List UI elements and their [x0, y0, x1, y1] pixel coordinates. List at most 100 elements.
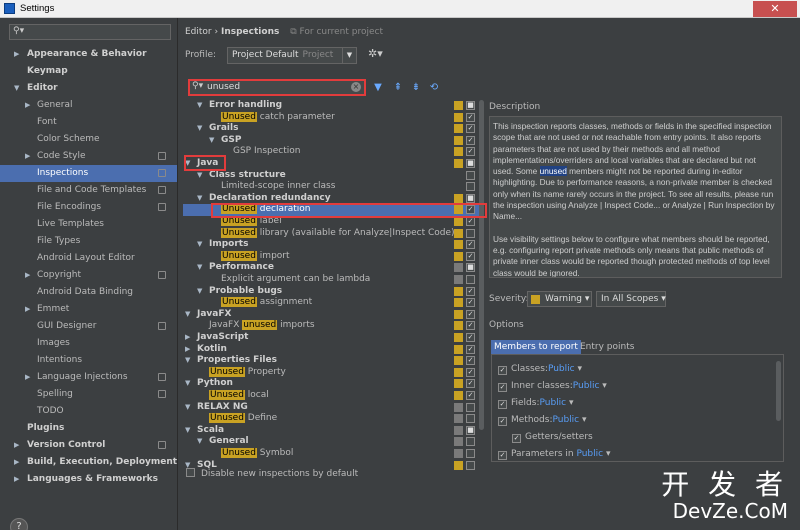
inspection-row[interactable]: ▶ Kotlin ✓	[183, 344, 483, 356]
sidebar-item[interactable]: ▶ Emmet	[0, 301, 177, 318]
inspection-checkbox[interactable]: ✓	[466, 124, 475, 134]
scope-select[interactable]: In All Scopes ▾	[596, 291, 666, 307]
inspection-checkbox[interactable]	[466, 414, 475, 424]
inspection-checkbox[interactable]: ✓	[466, 112, 475, 122]
expanded-arrow-icon[interactable]: ▼	[197, 262, 202, 274]
option-checkbox[interactable]: ✓ Parameters in Public ▾	[498, 448, 610, 462]
visibility-link[interactable]: Public	[576, 449, 603, 459]
inspection-row[interactable]: Unused library (available for Analyze|In…	[183, 227, 483, 240]
sidebar-item[interactable]: ▶ Code Style	[0, 148, 177, 165]
inspection-row[interactable]: ▼ Class structure	[183, 170, 483, 182]
collapsed-arrow-icon[interactable]: ▶	[185, 344, 190, 356]
expanded-arrow-icon[interactable]: ▼	[197, 123, 202, 135]
expanded-arrow-icon[interactable]: ▼	[185, 309, 190, 321]
inspection-checkbox[interactable]: ✓	[466, 147, 475, 157]
sidebar-item[interactable]: ▶ Appearance & Behavior	[0, 46, 177, 63]
expanded-arrow-icon[interactable]: ▼	[185, 402, 190, 414]
inspection-checkbox[interactable]: ✓	[466, 321, 475, 331]
expanded-arrow-icon[interactable]: ▼	[14, 80, 19, 97]
inspection-row[interactable]: ▼ RELAX NG	[183, 402, 483, 414]
disable-new-inspections-checkbox[interactable]: Disable new inspections by default	[186, 468, 358, 479]
sidebar-item[interactable]: Intentions	[0, 352, 177, 369]
severity-select[interactable]: Warning ▾	[527, 291, 592, 307]
sidebar-item[interactable]: ▶ Language Injections	[0, 369, 177, 386]
inspection-row[interactable]: Unused assignment ✓	[183, 297, 483, 309]
inspection-checkbox[interactable]	[466, 402, 475, 412]
inspection-row[interactable]: ▼ Grails ✓	[183, 123, 483, 135]
inspection-row[interactable]: ▼ Python ✓	[183, 378, 483, 390]
sidebar-item[interactable]: File and Code Templates	[0, 182, 177, 199]
inspection-checkbox[interactable]: ■	[466, 101, 475, 110]
collapsed-arrow-icon[interactable]: ▶	[25, 148, 30, 165]
expanded-arrow-icon[interactable]: ▼	[185, 425, 190, 437]
inspection-row[interactable]: ▼ Scala ■	[183, 425, 483, 437]
inspection-checkbox[interactable]	[466, 437, 475, 447]
sidebar-item[interactable]: Spelling	[0, 386, 177, 403]
sidebar-item[interactable]: Inspections	[0, 165, 177, 182]
sidebar-item[interactable]: Keymap	[0, 63, 177, 80]
inspection-search-input[interactable]: ⚲▾ unused ×	[188, 79, 366, 96]
inspection-checkbox[interactable]	[466, 170, 475, 180]
option-checkbox[interactable]: ✓ Fields:Public ▾	[498, 397, 574, 411]
inspection-row[interactable]: Explicit argument can be lambda	[183, 274, 483, 286]
collapsed-arrow-icon[interactable]: ▶	[25, 267, 30, 284]
tab-entry-points[interactable]: Entry points	[577, 340, 637, 354]
inspection-row[interactable]: Unused import ✓	[183, 250, 483, 263]
inspection-row[interactable]: GSP Inspection ✓	[183, 146, 483, 158]
inspection-row[interactable]: ▼ Probable bugs ✓	[183, 286, 483, 298]
inspection-checkbox[interactable]: ■	[466, 425, 475, 435]
inspection-checkbox[interactable]: ■	[466, 193, 475, 203]
sidebar-item[interactable]: Color Scheme	[0, 131, 177, 148]
visibility-link[interactable]: Public	[573, 381, 600, 391]
sidebar-item[interactable]: ▶ Languages & Frameworks	[0, 471, 177, 488]
inspection-checkbox[interactable]: ✓	[466, 391, 475, 400]
inspection-row[interactable]: ▼ Performance ■	[183, 262, 483, 274]
sidebar-item[interactable]: ▶ Build, Execution, Deployment	[0, 454, 177, 471]
expanded-arrow-icon[interactable]: ▼	[197, 286, 202, 298]
inspection-checkbox[interactable]: ✓	[466, 240, 475, 250]
sidebar-item[interactable]: File Types	[0, 233, 177, 250]
sidebar-item[interactable]: Plugins	[0, 420, 177, 437]
inspection-row[interactable]: Unused catch parameter ✓	[183, 111, 483, 124]
clear-search-icon[interactable]: ×	[351, 82, 361, 92]
gear-icon[interactable]: ✲▾	[368, 47, 383, 60]
inspection-row[interactable]: ▼ General	[183, 436, 483, 448]
collapsed-arrow-icon[interactable]: ▶	[14, 437, 19, 454]
inspection-checkbox[interactable]	[466, 182, 475, 192]
sidebar-item[interactable]: Android Data Binding	[0, 284, 177, 301]
inspection-row[interactable]: Limited-scope inner class	[183, 181, 483, 193]
sidebar-item[interactable]: ▶ General	[0, 97, 177, 114]
collapsed-arrow-icon[interactable]: ▶	[14, 454, 19, 471]
expanded-arrow-icon[interactable]: ▼	[209, 135, 214, 147]
expanded-arrow-icon[interactable]: ▼	[185, 355, 190, 367]
inspection-row[interactable]: Unused Property ✓	[183, 366, 483, 379]
visibility-link[interactable]: Public	[552, 415, 579, 425]
inspection-checkbox[interactable]: ■	[466, 263, 475, 273]
inspection-checkbox[interactable]: ✓	[466, 286, 475, 296]
option-checkbox[interactable]: ✓ Methods:Public ▾	[498, 414, 587, 428]
inspection-row[interactable]: Unused Symbol	[183, 448, 483, 460]
inspection-row[interactable]: ▼ Error handling ■	[183, 100, 483, 112]
inspection-checkbox[interactable]: ✓	[466, 135, 475, 145]
inspection-row[interactable]: Unused Define	[183, 413, 483, 425]
sidebar-item[interactable]: Font	[0, 114, 177, 131]
expanded-arrow-icon[interactable]: ▼	[197, 239, 202, 251]
expanded-arrow-icon[interactable]: ▼	[197, 100, 202, 112]
visibility-link[interactable]: Public	[548, 364, 575, 374]
inspection-checkbox[interactable]: ✓	[466, 298, 475, 308]
settings-search-input[interactable]: ⚲▾	[9, 24, 171, 40]
expanded-arrow-icon[interactable]: ▼	[197, 436, 202, 448]
expanded-arrow-icon[interactable]: ▼	[197, 170, 202, 182]
expanded-arrow-icon[interactable]: ▼	[197, 193, 202, 205]
inspection-checkbox[interactable]: ✓	[466, 356, 475, 366]
inspection-checkbox[interactable]: ■	[466, 159, 475, 168]
sidebar-item[interactable]: TODO	[0, 403, 177, 420]
option-checkbox[interactable]: ✓ Inner classes:Public ▾	[498, 380, 607, 394]
inspection-row[interactable]: JavaFX unused imports ✓	[183, 320, 483, 332]
profile-select[interactable]: Project Default Project ▼	[227, 47, 357, 64]
option-checkbox[interactable]: ✓ Classes:Public ▾	[498, 363, 582, 377]
options-scrollbar[interactable]	[776, 361, 781, 421]
sidebar-item[interactable]: File Encodings	[0, 199, 177, 216]
inspection-row[interactable]: ▼ Imports ✓	[183, 239, 483, 251]
inspection-checkbox[interactable]	[466, 449, 475, 458]
